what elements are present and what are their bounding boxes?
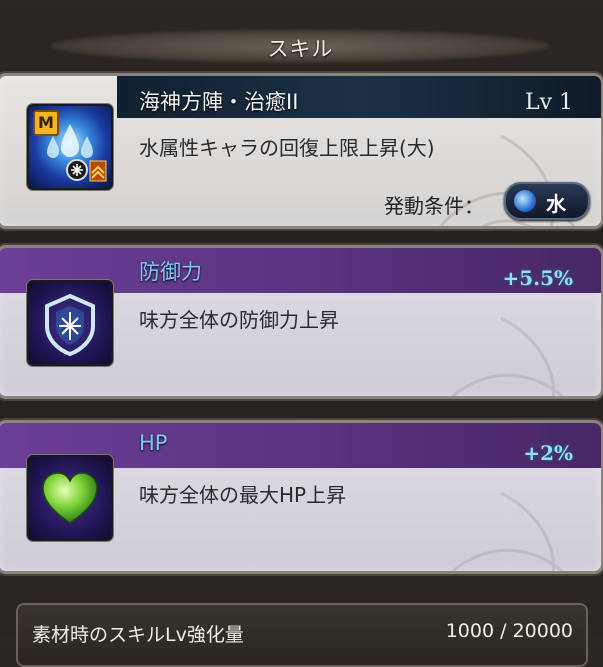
- skill-level: Lv 1: [524, 90, 573, 115]
- section-title-banner: スキル: [48, 28, 553, 64]
- section-title: スキル: [267, 37, 334, 61]
- effect-value: +5.5%: [502, 266, 573, 290]
- effect-card-hp[interactable]: HP +2% 味方全体の最大HP上昇: [0, 420, 603, 574]
- skill-level-up-value: 1000 / 20000: [445, 620, 573, 642]
- effect-value: +2%: [523, 441, 573, 465]
- effect-card-defense[interactable]: 防御力 +5.5% 味方全体の防御力上昇: [0, 245, 603, 399]
- water-skill-icon: M: [27, 104, 113, 190]
- element-label: 水: [546, 192, 566, 216]
- effect-description: 味方全体の防御力上昇: [139, 308, 339, 332]
- effect-name: HP: [139, 431, 168, 455]
- effect-name: 防御力: [139, 260, 202, 284]
- shield-icon: [27, 280, 113, 366]
- skill-name: 海神方陣・治癒II: [139, 90, 299, 114]
- water-element-icon: [514, 190, 536, 212]
- heart-icon: [27, 455, 113, 541]
- element-badge: 水: [504, 182, 590, 220]
- decorative-swirl: [451, 491, 564, 571]
- skill-card[interactable]: M 海神方陣・治癒II Lv 1 水属性キャラの回復上限上昇(大) 発動条件： …: [0, 73, 603, 229]
- activation-condition-label: 発動条件：: [384, 194, 484, 218]
- decorative-swirl: [451, 316, 564, 396]
- effect-description: 味方全体の最大HP上昇: [139, 483, 347, 507]
- skill-level-up-label: 素材時のスキルLv強化量: [32, 624, 244, 646]
- skill-description: 水属性キャラの回復上限上昇(大): [139, 136, 435, 160]
- m-badge: M: [33, 110, 59, 136]
